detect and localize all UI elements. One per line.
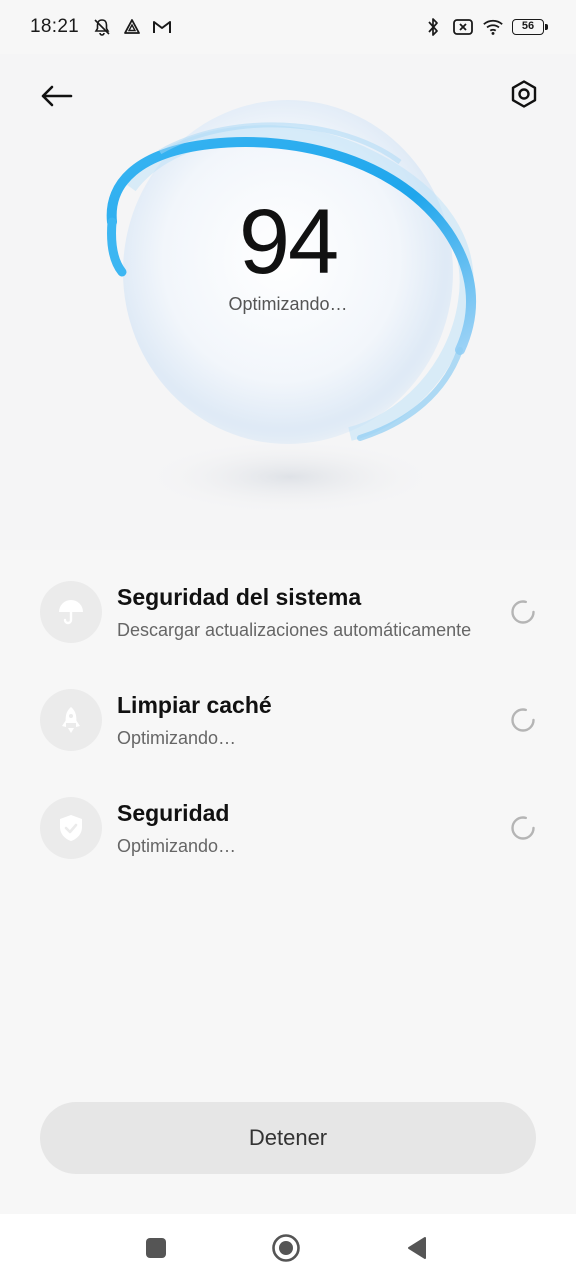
- score-status: Optimizando…: [228, 294, 348, 314]
- status-bar: 18:21 56: [0, 0, 576, 54]
- home-circle-icon: [272, 1234, 300, 1262]
- settings-hex-icon: [511, 80, 537, 108]
- triangle-app-icon: [121, 16, 143, 38]
- scan-task-list: Seguridad del sistema Descargar actualiz…: [0, 558, 576, 882]
- list-item: Seguridad del sistema Descargar actualiz…: [0, 558, 576, 666]
- bell-off-icon: [91, 16, 113, 38]
- loading-spinner-icon: [511, 708, 535, 732]
- nav-back-button[interactable]: [400, 1232, 432, 1264]
- navigation-bar: [0, 1214, 576, 1280]
- bluetooth-icon: [422, 16, 444, 38]
- back-triangle-icon: [408, 1237, 426, 1259]
- home-button[interactable]: [270, 1232, 302, 1264]
- wifi-icon: [482, 16, 504, 38]
- item-title: Limpiar caché: [117, 691, 272, 718]
- back-arrow-icon: [41, 85, 73, 107]
- item-subtitle: Descargar actualizaciones automáticament…: [117, 619, 472, 640]
- rocket-icon: [40, 689, 102, 751]
- recents-button[interactable]: [140, 1232, 172, 1264]
- stop-button[interactable]: Detener: [40, 1102, 536, 1174]
- list-item: Seguridad Optimizando…: [0, 774, 576, 882]
- back-button[interactable]: [34, 76, 78, 116]
- gmail-icon: [151, 16, 173, 38]
- item-subtitle: Optimizando…: [117, 727, 237, 748]
- umbrella-icon: [40, 581, 102, 643]
- item-subtitle: Optimizando…: [117, 835, 237, 856]
- security-scan-screen: 18:21 56 94 Optimizando… Seguridad del s…: [0, 0, 576, 1280]
- loading-spinner-icon: [511, 816, 535, 840]
- recents-square-icon: [146, 1238, 166, 1258]
- status-time: 18:21: [30, 16, 80, 37]
- settings-button[interactable]: [504, 74, 544, 114]
- optimization-score: 94: [238, 191, 339, 293]
- loading-spinner-icon: [511, 600, 535, 624]
- no-sim-icon: [452, 16, 474, 38]
- shield-check-icon: [40, 797, 102, 859]
- item-title: Seguridad del sistema: [117, 583, 362, 610]
- item-title: Seguridad: [117, 799, 230, 826]
- scan-hero: 94 Optimizando…: [0, 54, 576, 550]
- battery-icon: 56: [512, 19, 548, 35]
- list-item: Limpiar caché Optimizando…: [0, 666, 576, 774]
